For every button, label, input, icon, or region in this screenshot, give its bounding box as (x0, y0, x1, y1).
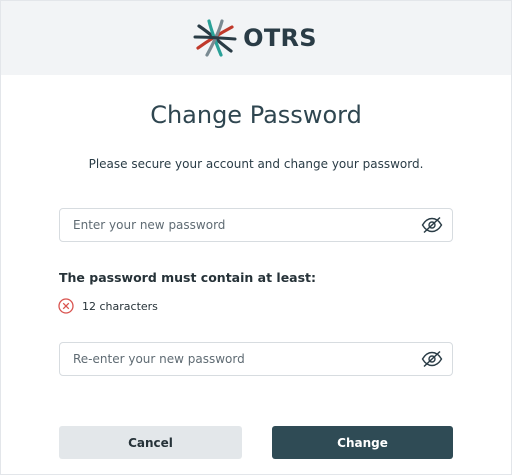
page-subtitle: Please secure your account and change yo… (88, 157, 424, 171)
brand-name: OTRS (243, 24, 317, 52)
otrs-logo-icon (193, 19, 237, 57)
cancel-button[interactable]: Cancel (59, 426, 242, 459)
password-rules-title: The password must contain at least: (59, 270, 317, 285)
password-rule-text: 12 characters (82, 299, 158, 313)
header-bar: OTRS (1, 1, 511, 75)
new-password-field (59, 208, 453, 242)
confirm-password-field (59, 342, 453, 376)
page-title: Change Password (150, 101, 362, 129)
eye-slash-icon[interactable] (421, 216, 443, 234)
confirm-password-input[interactable] (60, 343, 413, 375)
eye-slash-icon[interactable] (421, 350, 443, 368)
otrs-logo: OTRS (193, 18, 317, 58)
x-circle-icon (58, 298, 74, 314)
change-password-dialog: OTRS Change Password Please secure your … (0, 0, 512, 475)
password-rule: 12 characters (58, 298, 158, 314)
new-password-input[interactable] (60, 209, 413, 241)
change-button[interactable]: Change (272, 426, 453, 459)
